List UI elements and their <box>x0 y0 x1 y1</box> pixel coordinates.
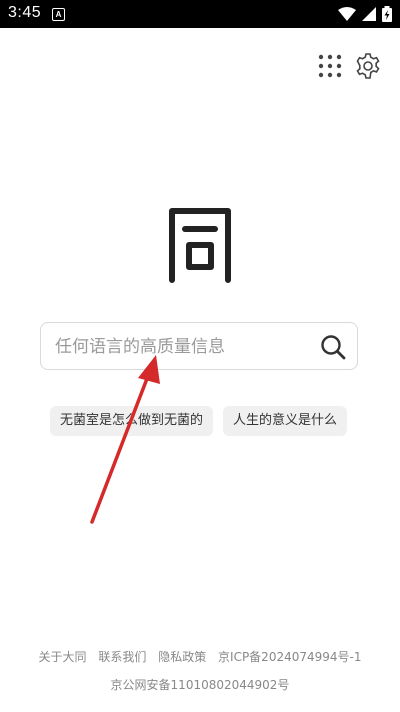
signal-icon <box>362 7 376 21</box>
tong-logo-icon <box>169 208 231 283</box>
status-time: 3:45 <box>8 4 42 21</box>
footer-link-about[interactable]: 关于大同 <box>39 650 87 664</box>
settings-button[interactable] <box>354 52 382 80</box>
wifi-icon <box>338 7 356 21</box>
battery-charging-icon <box>382 6 392 22</box>
status-icons <box>338 5 392 23</box>
footer-link-icp[interactable]: 京ICP备2024074994号-1 <box>218 650 361 664</box>
grid-dots-icon <box>318 54 342 78</box>
footer-link-contact[interactable]: 联系我们 <box>98 650 146 664</box>
header-actions <box>316 52 382 80</box>
footer-links: 关于大同 联系我们 隐私政策 京ICP备2024074994号-1 <box>0 648 400 665</box>
footer-public-security[interactable]: 京公网安备11010802044902号 <box>0 676 400 693</box>
search-input[interactable] <box>53 329 307 365</box>
footer-link-privacy[interactable]: 隐私政策 <box>158 650 206 664</box>
search-bar <box>40 322 358 370</box>
search-icon <box>321 335 346 360</box>
apps-grid-button[interactable] <box>316 52 344 80</box>
gear-icon <box>356 53 380 79</box>
suggestion-chip[interactable]: 无菌室是怎么做到无菌的 <box>50 406 214 436</box>
suggestion-chip[interactable]: 人生的意义是什么 <box>223 406 348 436</box>
suggestion-chips: 无菌室是怎么做到无菌的 人生的意义是什么 <box>50 406 348 436</box>
notification-icon: A <box>52 8 65 21</box>
status-bar: 3:45 A <box>0 0 400 28</box>
search-button[interactable] <box>317 331 349 363</box>
